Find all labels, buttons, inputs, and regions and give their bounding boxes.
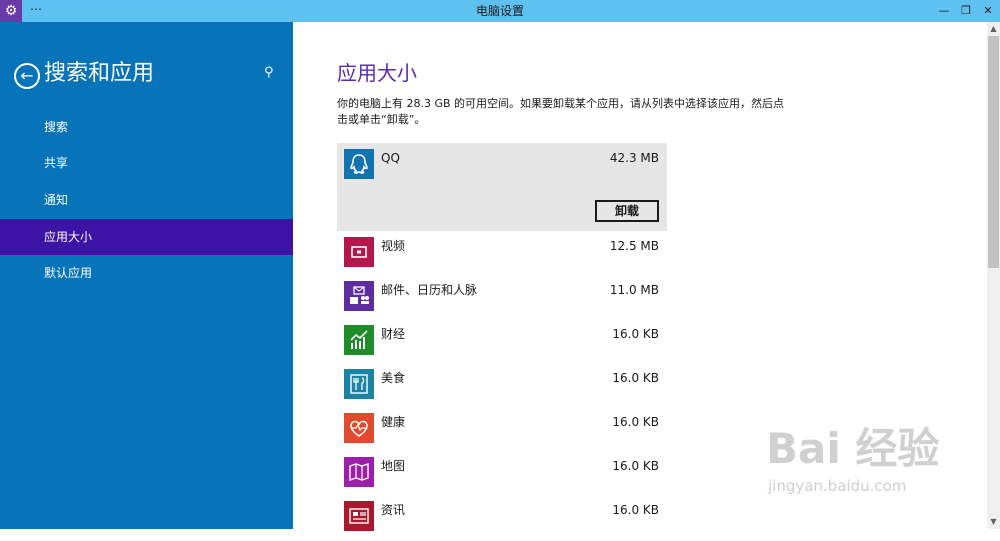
sidebar: ← 搜索和应用 ⚲ 搜索 共享 通知 应用大小 默认应用 (0, 22, 293, 529)
app-row-food[interactable]: 美食 16.0 KB (337, 363, 667, 407)
title-bar: ⚙ ⋯ 电脑设置 — ❐ ✕ (0, 0, 1000, 22)
app-name: 资讯 (381, 503, 406, 517)
app-name: 视频 (381, 239, 406, 253)
watermark-logo-text: Bai 经验 (766, 424, 940, 473)
app-row-health[interactable]: 健康 16.0 KB (337, 407, 667, 451)
app-name: 邮件、日历和人脉 (381, 283, 478, 297)
app-size: 16.0 KB (612, 459, 659, 473)
sidebar-item-default-apps[interactable]: 默认应用 (0, 255, 293, 291)
scroll-down-icon[interactable]: ▼ (987, 515, 1000, 529)
map-icon (344, 457, 374, 487)
app-row-qq[interactable]: QQ 42.3 MB 卸载 (337, 143, 667, 231)
window-title: 电脑设置 (475, 4, 524, 18)
app-size: 11.0 MB (609, 283, 659, 297)
app-size: 16.0 KB (612, 503, 659, 517)
page-title: 应用大小 (337, 61, 417, 85)
free-space-description: 你的电脑上有 28.3 GB 的可用空间。如果要卸载某个应用，请从列表中选择该应… (337, 97, 785, 126)
app-size: 42.3 MB (609, 151, 659, 165)
qq-icon (344, 149, 374, 179)
app-name: 美食 (381, 371, 406, 385)
video-icon (344, 237, 374, 267)
app-row-finance[interactable]: 财经 16.0 KB (337, 319, 667, 363)
finance-chart-icon (344, 325, 374, 355)
app-row-mail-calendar-people[interactable]: 邮件、日历和人脉 11.0 MB (337, 275, 667, 319)
app-row-news[interactable]: 资讯 16.0 KB (337, 495, 667, 539)
scroll-up-icon[interactable]: ▲ (987, 22, 1000, 36)
app-name: 财经 (381, 327, 406, 341)
minimize-button[interactable]: — (933, 0, 955, 22)
sidebar-item-search[interactable]: 搜索 (0, 109, 293, 145)
app-row-video[interactable]: 视频 12.5 MB (337, 231, 667, 275)
mail-people-icon (344, 281, 374, 311)
app-size: 12.5 MB (609, 239, 659, 253)
news-icon (344, 501, 374, 531)
sidebar-item-notifications[interactable]: 通知 (0, 182, 293, 218)
app-row-maps[interactable]: 地图 16.0 KB (337, 451, 667, 495)
app-name: QQ (381, 151, 400, 165)
health-icon (344, 413, 374, 443)
back-arrow-icon[interactable]: ← (14, 63, 40, 89)
vertical-scrollbar[interactable]: ▲ ▼ (987, 22, 1000, 529)
scroll-thumb[interactable] (988, 36, 999, 268)
app-size: 16.0 KB (612, 327, 659, 341)
search-icon[interactable]: ⚲ (264, 66, 278, 80)
baidu-jingyan-watermark: Bai 经验 jingyan.baidu.com (754, 415, 944, 515)
food-icon (344, 369, 374, 399)
uninstall-button[interactable]: 卸载 (595, 200, 659, 222)
sidebar-item-share[interactable]: 共享 (0, 145, 293, 181)
app-size: 16.0 KB (612, 371, 659, 385)
app-name: 地图 (381, 459, 406, 473)
sidebar-title: 搜索和应用 (44, 61, 155, 86)
close-button[interactable]: ✕ (977, 0, 999, 22)
watermark-url: jingyan.baidu.com (768, 477, 907, 495)
app-name: 健康 (381, 415, 406, 429)
sidebar-item-app-sizes[interactable]: 应用大小 (0, 219, 293, 255)
app-size: 16.0 KB (612, 415, 659, 429)
restore-button[interactable]: ❐ (955, 0, 977, 22)
